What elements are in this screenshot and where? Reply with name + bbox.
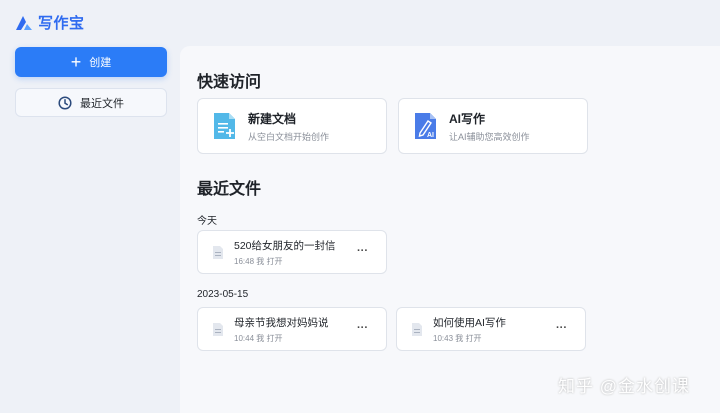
more-icon[interactable]: ··· xyxy=(357,245,368,257)
card-subtitle: 从空白文档开始创作 xyxy=(248,131,330,142)
ai-writing-icon: AI xyxy=(415,113,436,139)
file-meta: 10:44 我 打开 xyxy=(234,333,283,343)
file-name: 母亲节我想对妈妈说 xyxy=(234,316,329,329)
file-meta: 10:43 我 打开 xyxy=(433,333,482,343)
more-icon[interactable]: ··· xyxy=(556,322,567,334)
group-label-today: 今天 xyxy=(197,216,217,227)
new-document-icon xyxy=(214,113,235,139)
plus-icon: + xyxy=(70,52,82,72)
svg-text:AI: AI xyxy=(427,132,434,139)
ai-writing-card[interactable]: AI AI写作 让AI辅助您高效创作 xyxy=(398,98,588,154)
clock-icon xyxy=(58,95,72,110)
document-icon xyxy=(412,322,422,336)
sidebar-item-label: 最近文件 xyxy=(80,97,124,110)
file-name: 520给女朋友的一封信 xyxy=(234,239,336,252)
document-icon xyxy=(213,322,223,336)
app-title: 写作宝 xyxy=(38,15,85,32)
sidebar-item-recent-files[interactable]: 最近文件 xyxy=(15,88,167,117)
file-meta: 16:48 我 打开 xyxy=(234,256,283,266)
app-logo: 写作宝 xyxy=(15,12,85,33)
logo-icon xyxy=(16,15,32,30)
file-card[interactable]: 母亲节我想对妈妈说 10:44 我 打开 ··· xyxy=(197,307,387,351)
card-title: AI写作 xyxy=(449,111,486,126)
more-icon[interactable]: ··· xyxy=(357,322,368,334)
card-title: 新建文档 xyxy=(248,111,297,126)
main-panel: 快速访问 新建文档 从空白文档开始创作 AI AI写作 让AI辅助您高效创作 最… xyxy=(180,46,720,413)
file-card[interactable]: 520给女朋友的一封信 16:48 我 打开 ··· xyxy=(197,230,387,274)
quick-access-title: 快速访问 xyxy=(197,74,262,91)
watermark: 知乎 @金水创课 xyxy=(558,377,690,396)
document-icon xyxy=(213,245,223,259)
card-subtitle: 让AI辅助您高效创作 xyxy=(449,131,530,142)
file-card[interactable]: 如何使用AI写作 10:43 我 打开 ··· xyxy=(396,307,586,351)
create-button[interactable]: + 创建 xyxy=(15,47,167,77)
group-label-date: 2023-05-15 xyxy=(197,289,249,300)
file-name: 如何使用AI写作 xyxy=(433,316,506,329)
create-button-label: 创建 xyxy=(89,57,112,69)
new-document-card[interactable]: 新建文档 从空白文档开始创作 xyxy=(197,98,387,154)
recent-files-title: 最近文件 xyxy=(197,181,262,198)
